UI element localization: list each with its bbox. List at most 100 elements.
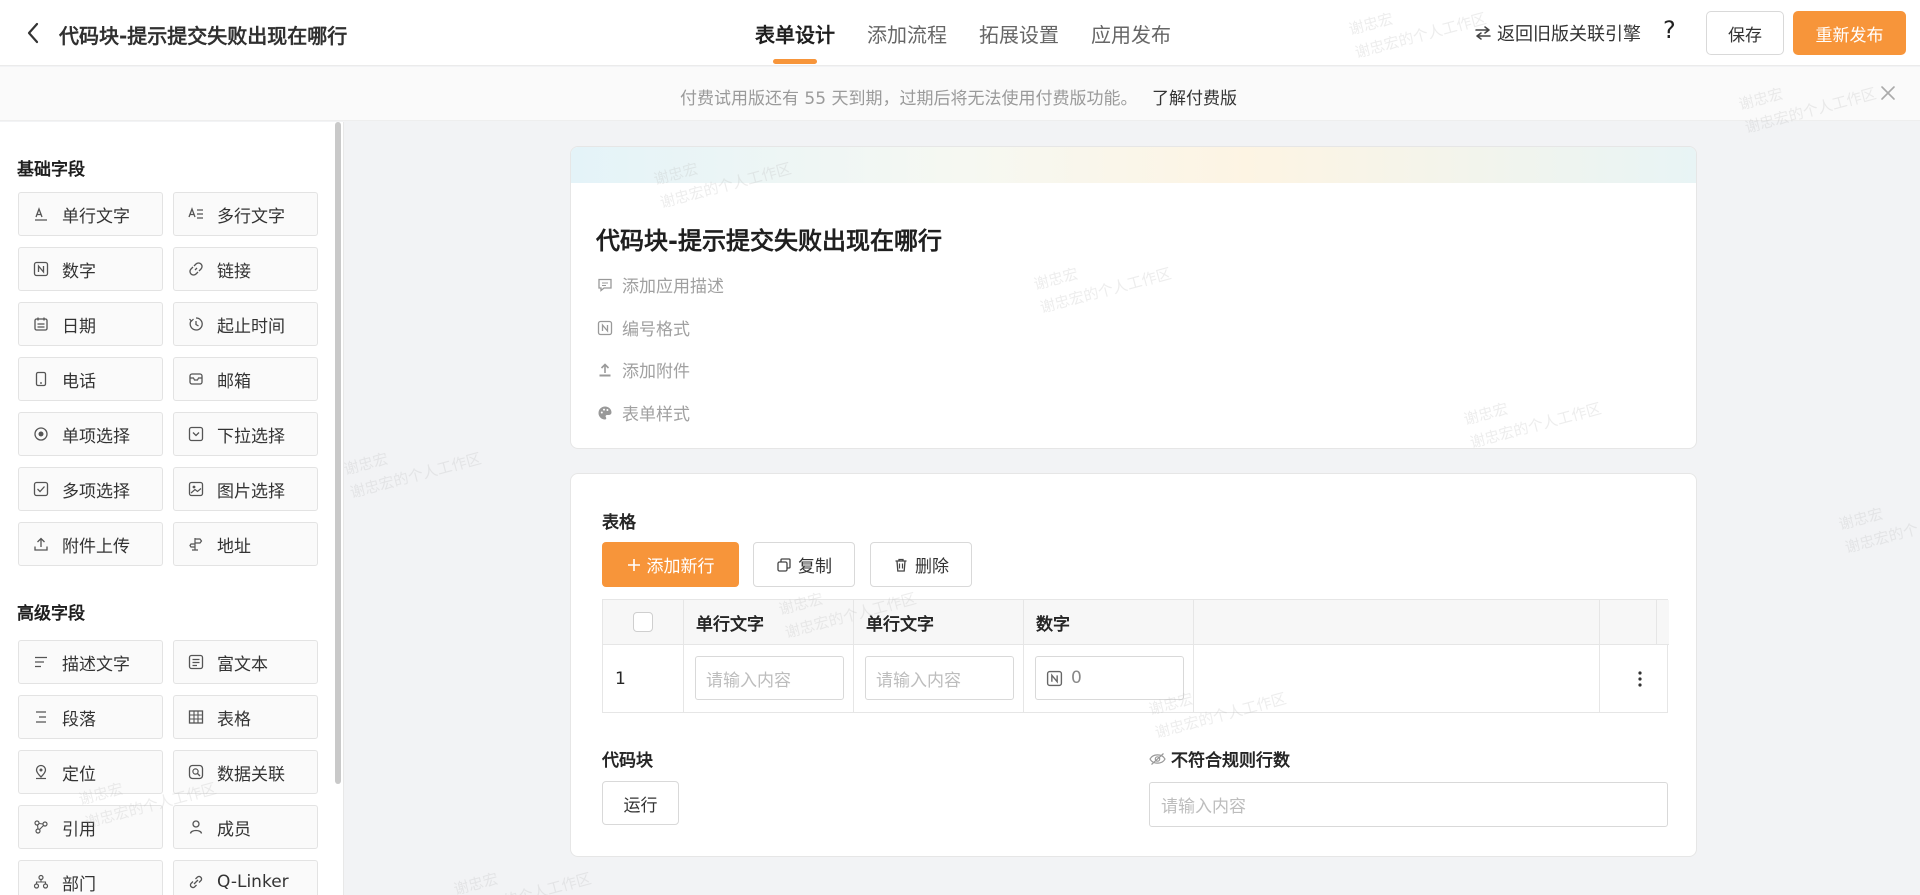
field-multi-line-text[interactable]: 多行文字 <box>173 192 318 236</box>
field-label: 富文本 <box>217 654 268 675</box>
table-section-label: 表格 <box>602 513 636 533</box>
field-table[interactable]: 表格 <box>173 695 318 739</box>
meta-label: 添加应用描述 <box>622 277 724 297</box>
table-scroll-gutter <box>1657 600 1669 645</box>
field-single-choice[interactable]: 单项选择 <box>18 412 163 456</box>
field-phone[interactable]: 电话 <box>18 357 163 401</box>
field-label: 邮箱 <box>217 371 251 392</box>
field-label: 电话 <box>62 371 96 392</box>
calendar-icon <box>32 315 50 333</box>
cell-text-input[interactable]: 请输入内容 <box>695 656 844 700</box>
card-gradient-band <box>571 147 1696 183</box>
form-title[interactable]: 代码块-提示提交失败出现在哪行 <box>596 221 942 256</box>
field-label: 定位 <box>62 764 96 785</box>
cell-number-input[interactable]: 0 <box>1035 656 1184 700</box>
watermark: 谢忠宏谢忠宏的个人工作区 <box>341 449 484 502</box>
advanced-fields-title: 高级字段 <box>17 604 85 624</box>
tab-app-publish[interactable]: 应用发布 <box>1091 0 1171 66</box>
subform-table: 单行文字 单行文字 数字 1 请输入内容 请输入内容 0 <box>602 599 1669 713</box>
field-link[interactable]: 链接 <box>173 247 318 291</box>
field-data-link[interactable]: 数据关联 <box>173 750 318 794</box>
field-number[interactable]: 数字 <box>18 247 163 291</box>
field-label: 地址 <box>217 536 251 557</box>
watermark: 谢忠宏谢忠宏的个人工作区 <box>1836 504 1920 557</box>
field-dropdown[interactable]: 下拉选择 <box>173 412 318 456</box>
learn-paid-link[interactable]: 了解付费版 <box>1152 84 1237 109</box>
form-body-card: 表格 添加新行 复制 删除 单行文字 单行文字 数字 1 请输入内容 请输入内容 <box>570 473 1697 857</box>
field-reference[interactable]: 引用 <box>18 805 163 849</box>
row-more-icon[interactable] <box>1612 645 1668 712</box>
table-cell: 请输入内容 <box>684 645 854 712</box>
actions-column-header <box>1600 600 1657 645</box>
field-label: 下拉选择 <box>217 426 285 447</box>
copy-button[interactable]: 复制 <box>753 542 855 587</box>
tab-extension-settings[interactable]: 拓展设置 <box>979 0 1059 66</box>
description-icon <box>32 653 50 671</box>
number-value: 0 <box>1071 668 1082 688</box>
top-header: 代码块-提示提交失败出现在哪行 表单设计 添加流程 拓展设置 应用发布 返回旧版… <box>0 0 1920 66</box>
field-location[interactable]: 定位 <box>18 750 163 794</box>
back-button[interactable] <box>18 18 48 48</box>
multiline-text-icon <box>187 205 205 223</box>
number-format[interactable]: 编号格式 <box>596 315 690 340</box>
legacy-engine-link[interactable]: 返回旧版关联引擎 <box>1475 20 1641 46</box>
copy-label: 复制 <box>798 557 832 577</box>
republish-button[interactable]: 重新发布 <box>1793 11 1906 55</box>
field-email[interactable]: 邮箱 <box>173 357 318 401</box>
field-palette-sidebar: 基础字段 单行文字 多行文字 数字 链接 日期 起止时间 电话 邮箱 单项选择 … <box>0 122 344 895</box>
run-button[interactable]: 运行 <box>602 781 679 825</box>
save-button[interactable]: 保存 <box>1706 11 1784 55</box>
tab-add-process[interactable]: 添加流程 <box>867 0 947 66</box>
add-row-button[interactable]: 添加新行 <box>602 542 739 587</box>
field-time-range[interactable]: 起止时间 <box>173 302 318 346</box>
field-rich-text[interactable]: 富文本 <box>173 640 318 684</box>
rule-field-label: 不符合规则行数 <box>1149 746 1290 771</box>
radio-icon <box>32 425 50 443</box>
upload-icon <box>32 535 50 553</box>
text-a-icon <box>32 205 50 223</box>
copy-icon <box>776 557 792 573</box>
field-label: 部门 <box>62 874 96 895</box>
field-label: 段落 <box>62 709 96 730</box>
field-department[interactable]: 部门 <box>18 860 163 895</box>
field-multi-choice[interactable]: 多项选择 <box>18 467 163 511</box>
delete-button[interactable]: 删除 <box>870 542 972 587</box>
department-icon <box>32 873 50 891</box>
field-date[interactable]: 日期 <box>18 302 163 346</box>
link-icon <box>187 260 205 278</box>
field-label: Q-Linker <box>217 872 289 892</box>
field-single-line-text[interactable]: 单行文字 <box>18 192 163 236</box>
field-label: 图片选择 <box>217 481 285 502</box>
field-member[interactable]: 成员 <box>173 805 318 849</box>
field-label: 单行文字 <box>62 206 130 227</box>
field-paragraph[interactable]: 段落 <box>18 695 163 739</box>
field-q-linker[interactable]: Q-Linker <box>173 860 318 895</box>
dropdown-check-icon <box>187 425 205 443</box>
close-notice-icon[interactable] <box>1875 80 1901 106</box>
sidebar-scrollbar[interactable] <box>335 122 341 784</box>
field-address[interactable]: 地址 <box>173 522 318 566</box>
rich-text-icon <box>187 653 205 671</box>
add-attachment[interactable]: 添加附件 <box>596 357 690 382</box>
phone-icon <box>32 370 50 388</box>
swap-arrows-icon <box>1475 26 1491 40</box>
plus-icon <box>627 558 640 571</box>
app-title: 代码块-提示提交失败出现在哪行 <box>59 24 348 48</box>
field-image-choice[interactable]: 图片选择 <box>173 467 318 511</box>
field-attachment-upload[interactable]: 附件上传 <box>18 522 163 566</box>
select-all-checkbox[interactable] <box>633 612 653 632</box>
column-header: 数字 <box>1024 600 1194 645</box>
paragraph-icon <box>32 708 50 726</box>
form-style[interactable]: 表单样式 <box>596 400 690 425</box>
add-app-description[interactable]: 添加应用描述 <box>596 272 724 297</box>
empty-cell <box>1194 645 1600 712</box>
help-icon[interactable]: ? <box>1663 16 1676 44</box>
field-description-text[interactable]: 描述文字 <box>18 640 163 684</box>
field-label: 数据关联 <box>217 764 285 785</box>
trash-icon <box>893 557 909 573</box>
cell-text-input[interactable]: 请输入内容 <box>865 656 1014 700</box>
table-cell: 请输入内容 <box>854 645 1024 712</box>
tab-form-design[interactable]: 表单设计 <box>755 0 835 66</box>
rule-count-input[interactable]: 请输入内容 <box>1149 782 1668 827</box>
number-n-icon <box>596 319 614 337</box>
